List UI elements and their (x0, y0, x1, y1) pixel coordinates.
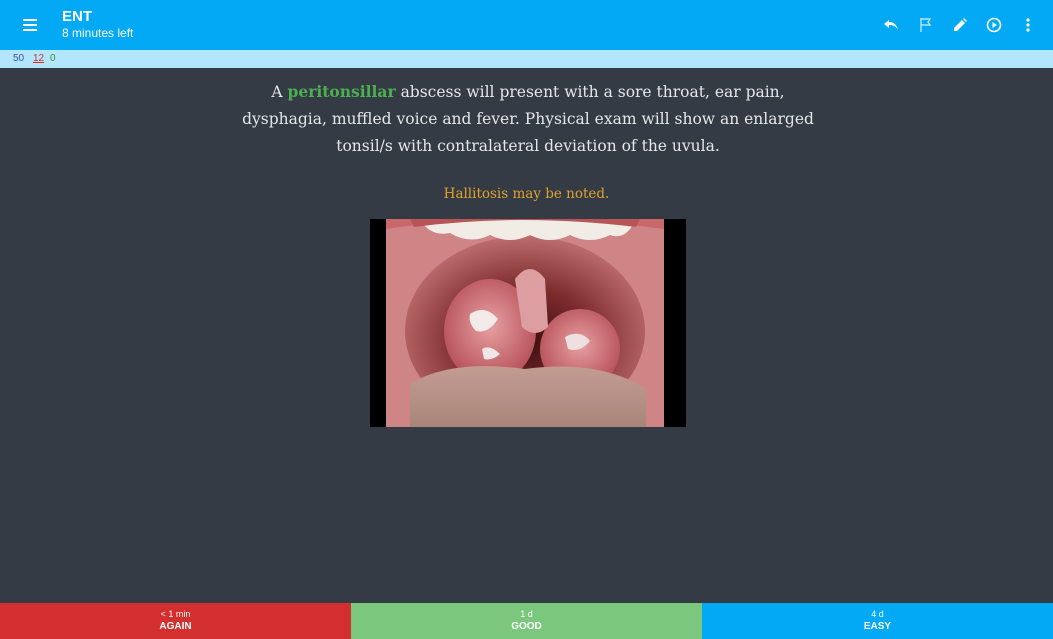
toolbar-actions (875, 11, 1045, 39)
new-count: 50 (13, 53, 25, 64)
good-label: GOOD (511, 621, 542, 632)
more-options-button[interactable] (1011, 11, 1045, 39)
more-icon (1026, 18, 1030, 32)
throat-photo-illustration (370, 219, 686, 427)
time-remaining: 8 minutes left (62, 26, 134, 40)
deck-title: ENT (62, 8, 92, 25)
answer-buttons: < 1 min AGAIN 1 d GOOD 4 d EASY (0, 603, 1053, 639)
good-button[interactable]: 1 d GOOD (351, 603, 702, 639)
play-audio-button[interactable] (977, 11, 1011, 39)
card-answer-text: A peritonsillar abscess will present wit… (228, 78, 828, 160)
card-note: Hallitosis may be noted. (443, 186, 610, 202)
highlighted-keyword: peritonsillar (287, 82, 396, 101)
undo-button[interactable] (875, 11, 909, 39)
play-icon (986, 17, 1002, 33)
again-button[interactable]: < 1 min AGAIN (0, 603, 351, 639)
edit-button[interactable] (943, 11, 977, 39)
app-bar: ENT 8 minutes left (0, 0, 1053, 50)
menu-button[interactable] (14, 13, 46, 37)
text-prefix: A (271, 83, 288, 101)
again-interval: < 1 min (160, 609, 191, 619)
title-block: ENT 8 minutes left (62, 8, 133, 41)
review-count: 0 (50, 53, 56, 64)
easy-interval: 4 d (871, 609, 884, 619)
easy-label: EASY (863, 621, 892, 632)
card-counts-bar: 50 12 0 (0, 50, 1053, 68)
flag-icon (920, 18, 932, 32)
again-label: AGAIN (159, 621, 192, 632)
flag-button[interactable] (909, 11, 943, 39)
undo-icon (884, 20, 898, 30)
card-content: A peritonsillar abscess will present wit… (0, 68, 1053, 603)
good-interval: 1 d (520, 609, 533, 619)
menu-icon (23, 19, 37, 31)
easy-button[interactable]: 4 d EASY (702, 603, 1053, 639)
throat-image (370, 219, 686, 427)
edit-icon (954, 18, 967, 31)
learn-count: 12 (33, 53, 45, 64)
